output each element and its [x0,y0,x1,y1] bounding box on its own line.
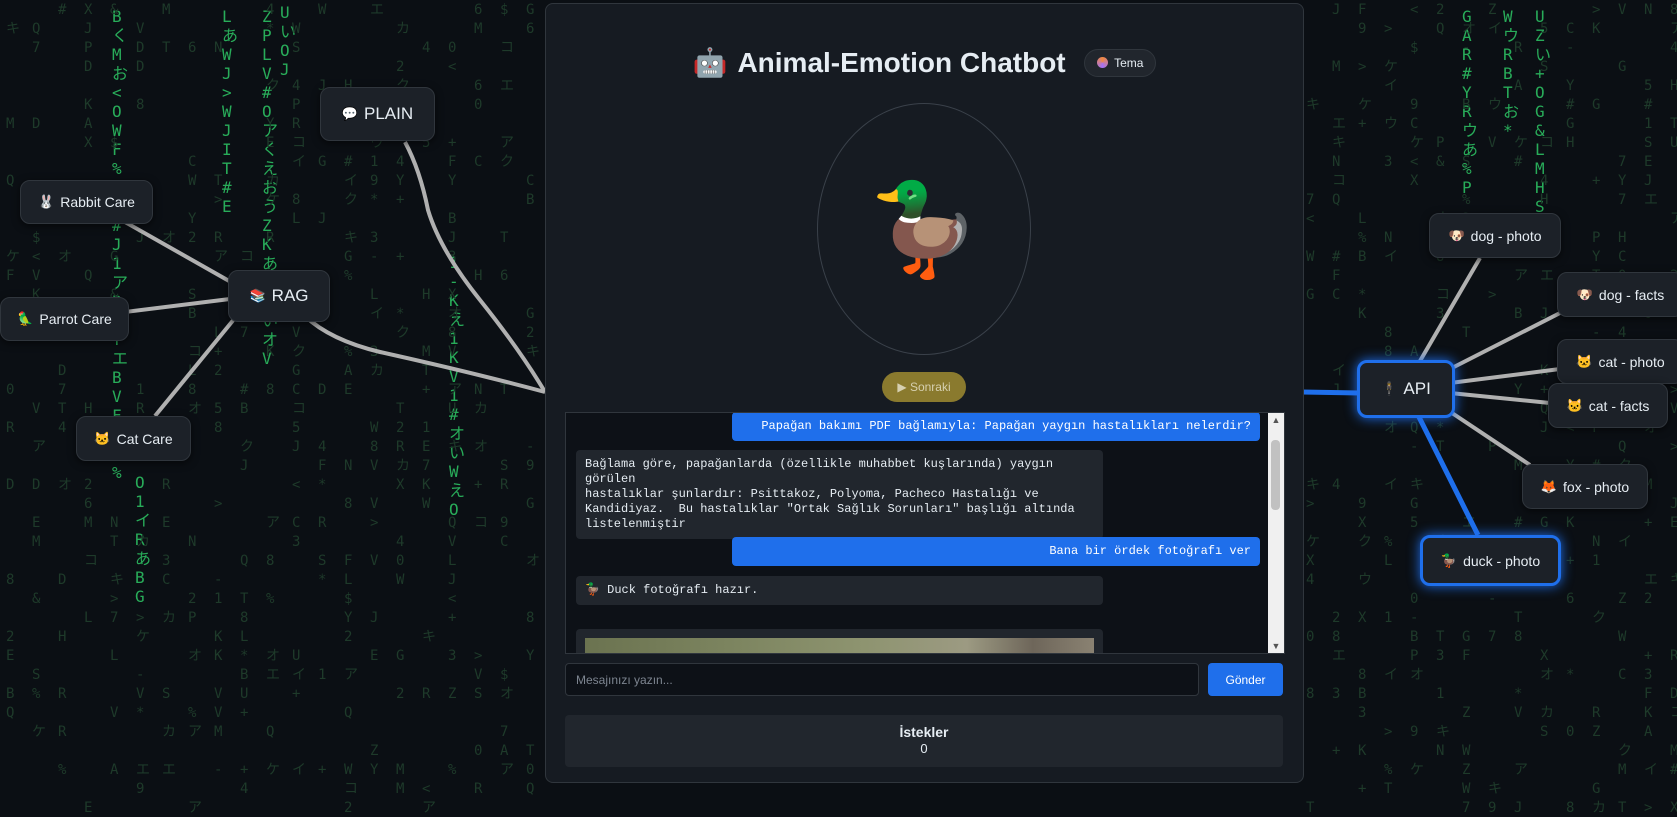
bot-message: 🦆 Duck fotoğrafı hazır. [576,576,1103,605]
node-label: cat - photo [1598,353,1665,370]
link-api-dog-facts [1447,311,1561,372]
scroll-up-icon[interactable]: ▲ [1268,413,1284,427]
node-rabbit-care[interactable]: 🐰 Rabbit Care [20,180,153,224]
node-label: RAG [271,286,309,305]
link-rag-panel [303,314,546,394]
link-api-cat-facts [1449,391,1551,405]
chatbot-panel: 🤖 Animal-Emotion Chatbot Tema 🦆 ▶ Sonrak… [545,3,1304,783]
composer: Gönder [565,663,1283,698]
page-title: 🤖 Animal-Emotion Chatbot [693,46,1066,79]
chat-messages: Papağan bakımı PDF bağlamıyla: Papağan y… [566,413,1268,653]
chat-log[interactable]: Papağan bakımı PDF bağlamıyla: Papağan y… [565,412,1285,654]
message-input[interactable] [565,663,1199,696]
link-parrot-rag [124,297,231,314]
theme-toggle-button[interactable]: Tema [1084,48,1157,77]
node-label: API [1403,379,1431,398]
dog-icon: 🐶 [1576,286,1593,302]
node-dog-photo[interactable]: 🐶 dog - photo [1429,213,1561,258]
node-label: duck - photo [1463,552,1541,569]
books-icon: 📚 [249,288,266,303]
theme-label: Tema [1114,55,1144,70]
node-label: cat - facts [1588,397,1650,414]
cat-icon: 🐱 [94,430,111,446]
link-api-duck-photo [1415,413,1481,537]
cat-icon: 🐱 [1576,353,1593,369]
bot-message: Bağlama göre, papağanlarda (özellikle mu… [576,450,1103,539]
robot-icon: 🤖 [692,47,728,78]
title-text: Animal-Emotion Chatbot [737,46,1066,78]
node-duck-photo[interactable]: 🦆 duck - photo [1420,535,1561,586]
animal-avatar: 🦆 [817,103,1031,355]
requests-counter: İstekler 0 [565,715,1283,767]
duck-photo-message [576,629,1103,653]
duck-icon: 🦆 [867,179,981,280]
speech-bubble-icon: 💬 [341,106,359,121]
node-api[interactable]: 🕴 API [1357,360,1455,418]
node-label: Rabbit Care [60,194,135,210]
palette-icon [1097,57,1109,68]
node-rag[interactable]: 📚 RAG [228,270,330,322]
next-button[interactable]: ▶ Sonraki [882,372,966,402]
user-message: Papağan bakımı PDF bağlamıyla: Papağan y… [732,413,1260,441]
cat-icon: 🐱 [1566,397,1583,413]
link-api-dog-photo [1418,256,1482,363]
link-plain-panel [403,141,547,394]
scroll-down-icon[interactable]: ▼ [1268,639,1284,653]
duck-photo-image [585,638,1094,653]
node-label: Cat Care [116,430,173,447]
node-cat-photo[interactable]: 🐱 cat - photo [1557,339,1677,384]
node-label: fox - photo [1563,478,1630,495]
chat-scrollbar[interactable]: ▲ ▼ [1268,413,1284,653]
next-button-label: ▶ Sonraki [897,380,951,394]
rabbit-icon: 🐰 [38,194,55,209]
parrot-icon: 🦜 [17,311,34,326]
link-cat-rag [153,316,237,418]
header: 🤖 Animal-Emotion Chatbot Tema [546,46,1303,79]
node-plain[interactable]: 💬 PLAIN [320,87,435,141]
scroll-thumb[interactable] [1271,440,1280,510]
node-label: Parrot Care [39,311,112,327]
node-label: PLAIN [364,104,414,123]
node-label: dog - photo [1470,227,1542,244]
dog-icon: 🐶 [1448,227,1465,243]
node-cat-care[interactable]: 🐱 Cat Care [76,416,191,461]
user-message: Bana bir ördek fotoğrafı ver [732,537,1260,566]
node-fox-photo[interactable]: 🦊 fox - photo [1522,464,1648,509]
fox-icon: 🦊 [1540,478,1558,494]
node-parrot-care[interactable]: 🦜 Parrot Care [0,297,129,341]
duck-icon: 🦆 [1440,552,1458,568]
node-label: dog - facts [1598,286,1665,303]
node-cat-facts[interactable]: 🐱 cat - facts [1548,383,1668,428]
person-icon: 🕴 [1381,381,1398,396]
requests-value: 0 [920,741,928,756]
send-button[interactable]: Gönder [1208,663,1283,696]
link-api-fox-photo [1438,403,1532,467]
link-panel-api [1301,389,1361,396]
requests-label: İstekler [899,724,949,740]
link-rabbit-rag [124,220,246,292]
link-api-cat-photo [1449,367,1561,385]
node-dog-facts[interactable]: 🐶 dog - facts [1557,272,1677,317]
